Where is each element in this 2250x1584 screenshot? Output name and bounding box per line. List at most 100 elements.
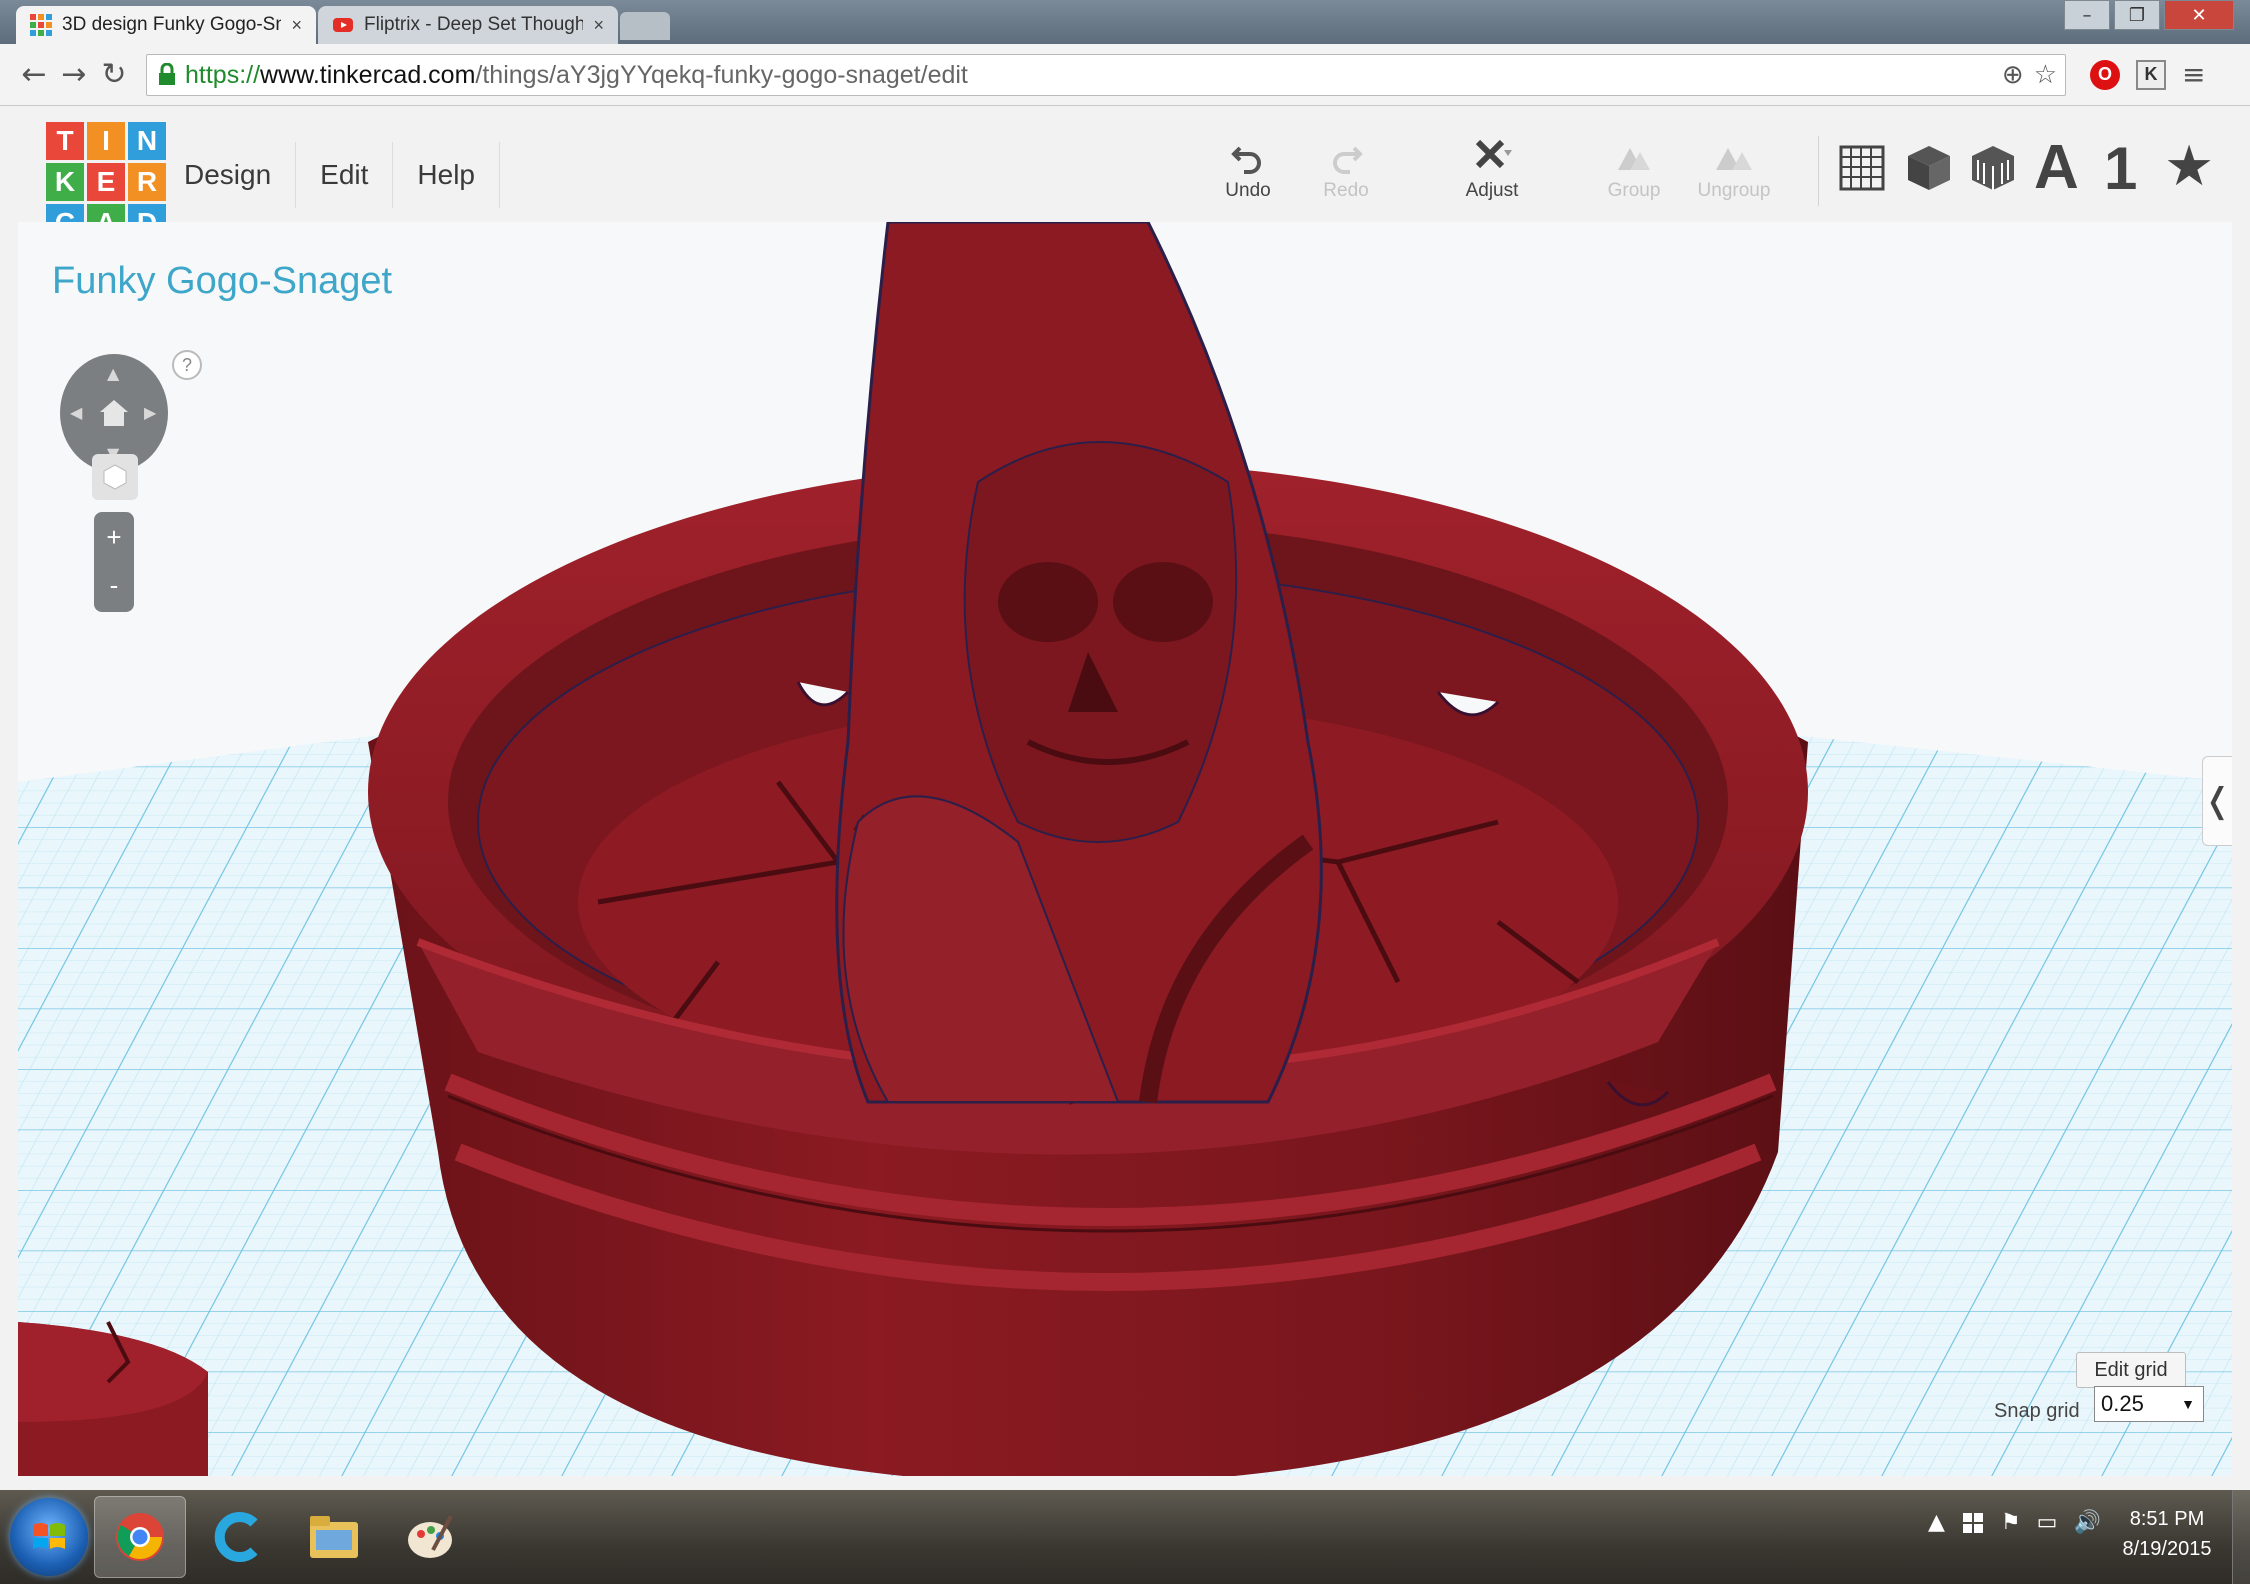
help-icon[interactable]: ? xyxy=(172,350,202,380)
tinkercad-favicon-icon xyxy=(30,14,52,36)
k-extension-icon[interactable]: K xyxy=(2136,59,2166,90)
close-window-button[interactable]: ✕ xyxy=(2164,0,2234,30)
snap-grid-value: 0.25 xyxy=(2101,1391,2144,1416)
orbit-left-icon[interactable]: ◀ xyxy=(70,403,82,422)
address-bar[interactable]: https://www.tinkercad.com/things/aY3jgYY… xyxy=(146,54,2066,96)
browser-toolbar: ← → ↻ https://www.tinkercad.com/things/a… xyxy=(0,44,2250,106)
clock-time: 8:51 PM xyxy=(2129,1508,2205,1530)
design-title[interactable]: Funky Gogo-Snaget xyxy=(52,260,392,303)
3d-scene[interactable]: plane xyxy=(18,222,2232,1476)
show-desktop-button[interactable] xyxy=(2232,1490,2250,1584)
group-button[interactable]: Group xyxy=(1584,136,1684,216)
fit-view-button[interactable] xyxy=(92,454,138,500)
cube-fit-icon xyxy=(103,464,127,490)
maximize-button[interactable]: ❐ xyxy=(2114,0,2160,30)
redo-icon xyxy=(1333,146,1363,174)
menu-edit[interactable]: Edit xyxy=(296,142,394,208)
forward-button[interactable]: → xyxy=(54,57,94,92)
logo-letter: T xyxy=(46,122,84,160)
ungroup-icon xyxy=(1716,148,1752,170)
tab-title: 3D design Funky Gogo-Snaget xyxy=(62,14,282,35)
zoom-in-button[interactable]: + xyxy=(94,512,134,562)
browser-titlebar: 3D design Funky Gogo-Snaget × Fliptrix -… xyxy=(0,0,2250,44)
undo-icon xyxy=(1231,146,1261,174)
action-center-flag-icon[interactable]: ⚑ xyxy=(2001,1510,2021,1535)
snap-grid-label: Snap grid xyxy=(1994,1400,2080,1422)
reload-button[interactable]: ↻ xyxy=(94,57,134,92)
lock-icon xyxy=(159,63,175,85)
network-icon[interactable]: ▭ xyxy=(2037,1510,2058,1535)
opera-extension-icon[interactable]: O xyxy=(2090,59,2120,90)
adjust-label: Adjust xyxy=(1465,180,1519,201)
group-icon xyxy=(1618,148,1650,170)
group-label: Group xyxy=(1607,180,1661,201)
close-icon[interactable]: × xyxy=(593,15,604,36)
ungroup-button[interactable]: Ungroup xyxy=(1684,136,1784,216)
browser-menu-icon[interactable]: ≡ xyxy=(2182,58,2205,91)
youtube-favicon-icon xyxy=(333,18,353,32)
start-button[interactable] xyxy=(10,1498,88,1576)
undo-button[interactable]: Undo xyxy=(1198,136,1298,216)
adjust-icon xyxy=(1475,139,1512,169)
orbit-right-icon[interactable]: ▶ xyxy=(144,403,156,422)
windows-logo-icon xyxy=(33,1523,65,1549)
tab-tinkercad[interactable]: 3D design Funky Gogo-Snaget × xyxy=(16,6,316,44)
edit-grid-button[interactable]: Edit grid xyxy=(2076,1352,2186,1388)
menu-help[interactable]: Help xyxy=(393,142,501,208)
zoom-out-button[interactable]: - xyxy=(94,560,134,610)
taskbar-paint-button[interactable] xyxy=(384,1496,476,1578)
star-shape-icon[interactable]: ★ xyxy=(2164,134,2214,199)
skull-figure-model[interactable] xyxy=(835,222,1323,1105)
close-icon[interactable]: × xyxy=(291,15,302,36)
back-button[interactable]: ← xyxy=(14,57,54,92)
orbit-up-icon[interactable]: ▲ xyxy=(107,364,119,383)
number-shape-icon[interactable]: 1 xyxy=(2104,134,2137,203)
url-path: /things/aY3jgYYqekq-funky-gogo-snaget/ed… xyxy=(475,60,968,89)
taskbar-explorer-button[interactable] xyxy=(288,1496,380,1578)
toolbar-divider xyxy=(1818,136,1819,206)
home-view-icon[interactable] xyxy=(98,398,130,428)
zoom-control: + - xyxy=(94,512,134,612)
tinkercad-editor: T I N K E R C A D Design Edit Help Undo … xyxy=(0,106,2250,1490)
logo-letter: E xyxy=(87,163,125,201)
c-app-icon xyxy=(214,1512,258,1562)
main-menu: Design Edit Help xyxy=(160,142,501,212)
url-host: www.tinkercad.com xyxy=(260,60,476,89)
zoom-icon[interactable]: ⊕ xyxy=(2002,59,2024,90)
windows-taskbar: ▲ ⚑ ▭ 🔊 8:51 PM 8/19/2015 xyxy=(0,1490,2250,1584)
undo-label: Undo xyxy=(1225,180,1271,201)
system-clock[interactable]: 8:51 PM 8/19/2015 xyxy=(2112,1504,2222,1564)
snap-grid-select[interactable]: 0.25 ▼ xyxy=(2094,1386,2204,1422)
adjust-button[interactable]: Adjust xyxy=(1442,136,1542,216)
clock-date: 8/19/2015 xyxy=(2122,1538,2212,1560)
redo-button[interactable]: Redo xyxy=(1296,136,1396,216)
taskbar-chrome-button[interactable] xyxy=(94,1496,186,1578)
chrome-icon xyxy=(116,1513,164,1561)
taskbar-ccleaner-button[interactable] xyxy=(192,1496,284,1578)
folder-icon xyxy=(310,1516,358,1558)
ungroup-label: Ungroup xyxy=(1697,180,1771,201)
bookmark-star-icon[interactable]: ☆ xyxy=(2034,59,2057,90)
3d-viewport[interactable]: plane xyxy=(18,222,2232,1476)
grid-view-icon[interactable] xyxy=(1838,144,1886,192)
logo-letter: K xyxy=(46,163,84,201)
tab-fliptrix[interactable]: Fliptrix - Deep Set Thoughts × xyxy=(318,6,618,44)
dropdown-arrow-icon: ▼ xyxy=(2181,1396,2195,1412)
paint-palette-icon xyxy=(408,1515,453,1558)
menu-design[interactable]: Design xyxy=(160,142,297,208)
volume-icon[interactable]: 🔊 xyxy=(2073,1510,2100,1535)
new-tab-button[interactable] xyxy=(620,12,670,40)
text-shape-icon[interactable]: A xyxy=(2034,132,2079,203)
wireframe-cube-view-icon[interactable] xyxy=(1970,144,2016,192)
redo-label: Redo xyxy=(1323,180,1369,201)
minimize-button[interactable]: – xyxy=(2064,0,2110,30)
solid-cube-view-icon[interactable] xyxy=(1906,144,1952,192)
logo-letter: I xyxy=(87,122,125,160)
show-hidden-icons[interactable]: ▲ xyxy=(1928,1510,1945,1535)
shapes-panel-toggle[interactable]: ❬ xyxy=(2202,756,2232,846)
window-controls: – ❐ ✕ xyxy=(2064,0,2234,30)
system-tray: ▲ ⚑ ▭ 🔊 xyxy=(1928,1510,2101,1535)
url-scheme: https:// xyxy=(185,60,261,89)
tab-title: Fliptrix - Deep Set Thoughts xyxy=(364,14,584,35)
windows-update-icon[interactable] xyxy=(1961,1511,1985,1535)
